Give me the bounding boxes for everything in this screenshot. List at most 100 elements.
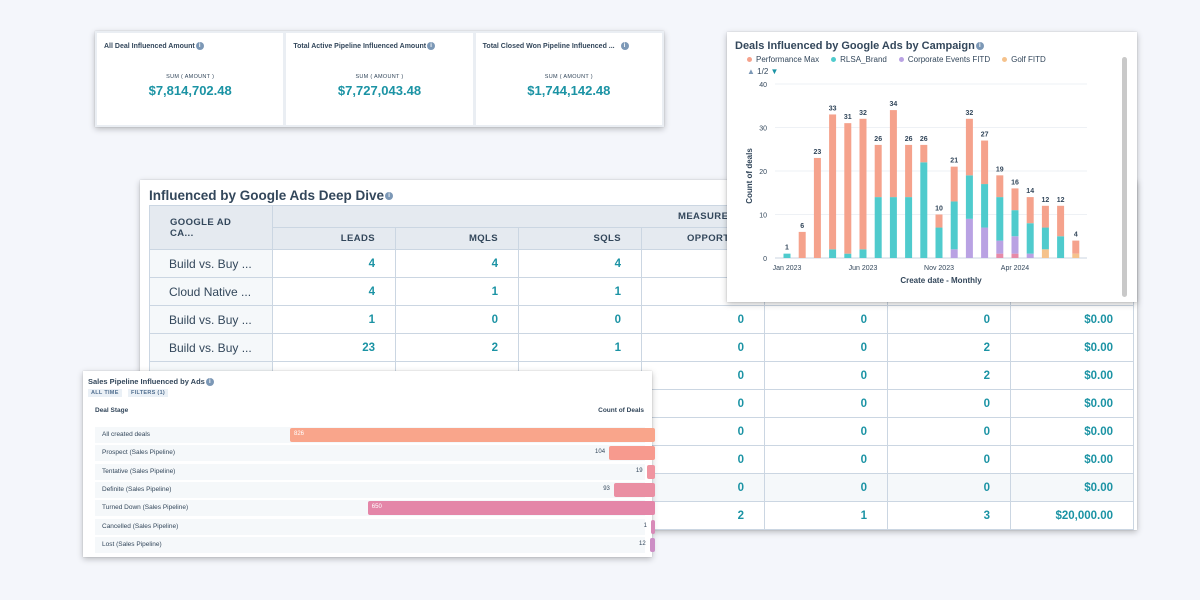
metric-cell[interactable]: 23 — [272, 333, 396, 362]
metric-cell[interactable]: 0 — [764, 305, 888, 334]
metric-cell[interactable]: 4 — [518, 249, 642, 278]
campaign-name-cell[interactable]: Build vs. Buy ... — [149, 249, 273, 278]
metric-cell[interactable]: 1 — [395, 277, 519, 306]
metric-cell[interactable]: $0.00 — [1010, 389, 1134, 418]
pipeline-bar[interactable] — [613, 482, 655, 497]
metric-cell[interactable]: 2 — [887, 361, 1011, 390]
bar-segment-rlsa — [996, 197, 1004, 241]
metric-cell[interactable]: 4 — [395, 249, 519, 278]
metric-cell[interactable]: 0 — [764, 361, 888, 390]
metric-cell[interactable]: $0.00 — [1010, 445, 1134, 474]
bar-segment-rlsa — [874, 197, 882, 258]
metric-cell[interactable]: $0.00 — [1010, 417, 1134, 446]
info-icon[interactable]: i — [427, 42, 436, 50]
chart-scrollbar[interactable] — [1122, 57, 1127, 297]
metric-cell[interactable]: 2 — [395, 333, 519, 362]
filter-tag-filters[interactable]: FILTERS (1) — [128, 389, 169, 397]
metric-cell[interactable]: 1 — [518, 333, 642, 362]
column-header-leads[interactable]: LEADS — [272, 227, 396, 250]
bar-total-label: 12 — [1042, 197, 1050, 204]
metric-cell[interactable]: 0 — [764, 333, 888, 362]
info-icon[interactable]: i — [385, 192, 394, 201]
pipeline-row[interactable]: Lost (Sales Pipeline) 12 — [95, 536, 655, 553]
metric-cell[interactable]: 0 — [641, 445, 765, 474]
filter-tag-all-time[interactable]: ALL TIME — [88, 389, 122, 397]
metric-cell[interactable]: $0.00 — [1010, 333, 1134, 362]
info-icon[interactable]: i — [205, 378, 214, 387]
metric-cell[interactable]: 4 — [272, 277, 396, 306]
metric-cell[interactable]: 1 — [764, 501, 888, 530]
pipeline-bar-value: 650 — [371, 504, 382, 511]
x-tick-label: Apr 2024 — [1001, 265, 1030, 272]
metric-cell[interactable]: 0 — [887, 473, 1011, 502]
pipeline-bar-value: 104 — [595, 449, 606, 456]
campaign-name-cell[interactable]: Build vs. Buy ... — [149, 333, 273, 362]
metric-cell[interactable]: 0 — [641, 417, 765, 446]
y-tick-label: 0 — [763, 256, 767, 263]
pipeline-row[interactable]: Turned Down (Sales Pipeline) 650 — [95, 500, 655, 517]
metric-cell[interactable]: $0.00 — [1010, 473, 1134, 502]
metric-cell[interactable]: 0 — [641, 333, 765, 362]
bar-segment-rlsa — [783, 253, 791, 258]
metric-cell[interactable]: 1 — [518, 277, 642, 306]
kpi-value: $7,814,702.48 — [148, 83, 232, 98]
y-tick-label: 10 — [759, 213, 767, 220]
bar-segment-rlsa — [920, 162, 928, 258]
campaign-name-cell[interactable]: Build vs. Buy ... — [149, 305, 273, 334]
metric-cell[interactable]: 0 — [764, 445, 888, 474]
bar-total-label: 12 — [1057, 197, 1065, 204]
metric-cell[interactable]: 0 — [887, 305, 1011, 334]
metric-cell[interactable]: 0 — [764, 417, 888, 446]
info-icon[interactable]: i — [195, 42, 204, 50]
pipeline-row[interactable]: Definite (Sales Pipeline) 93 — [95, 481, 655, 498]
bar-segment-perf — [844, 123, 852, 254]
bar-segment-perf — [889, 110, 897, 198]
metric-cell[interactable]: 4 — [272, 249, 396, 278]
deal-stage-label: Cancelled (Sales Pipeline) — [102, 522, 179, 530]
deal-stage-label: Definite (Sales Pipeline) — [102, 485, 172, 493]
metric-cell[interactable]: 0 — [641, 473, 765, 502]
pipeline-bar[interactable] — [651, 519, 655, 534]
bar-segment-golf — [1041, 249, 1049, 258]
metric-cell[interactable]: $0.00 — [1010, 361, 1134, 390]
metric-cell[interactable]: 0 — [641, 361, 765, 390]
campaign-chart-panel: Deals Influenced by Google Ads by Campai… — [727, 32, 1137, 302]
metric-cell[interactable]: 0 — [887, 445, 1011, 474]
pipeline-bar[interactable] — [290, 428, 655, 442]
bar-segment-rlsa — [1026, 223, 1034, 254]
column-header-campaign[interactable]: GOOGLE AD CA... — [149, 205, 273, 250]
metric-cell[interactable]: 2 — [887, 333, 1011, 362]
metric-cell[interactable]: $0.00 — [1010, 305, 1134, 334]
pipeline-bar[interactable] — [609, 446, 655, 461]
metric-cell[interactable]: 0 — [764, 389, 888, 418]
metric-cell[interactable]: 0 — [641, 389, 765, 418]
table-row: Build vs. Buy ... 23 2 1 0 0 2 $0.00 — [149, 333, 1134, 362]
info-icon[interactable]: i — [620, 42, 629, 50]
bar-segment-perf — [798, 231, 806, 258]
pipeline-bar[interactable] — [646, 464, 655, 479]
metric-cell[interactable]: 2 — [641, 501, 765, 530]
metric-cell[interactable]: 0 — [518, 305, 642, 334]
metric-cell[interactable]: 0 — [764, 473, 888, 502]
pipeline-row[interactable]: Cancelled (Sales Pipeline) 1 — [95, 518, 655, 535]
pipeline-bar[interactable] — [367, 501, 655, 516]
column-header-mqls[interactable]: MQLS — [395, 227, 519, 250]
metric-cell[interactable]: 1 — [272, 305, 396, 334]
pipeline-bar-value: 1 — [643, 522, 647, 529]
column-header-sqls[interactable]: SQLS — [518, 227, 642, 250]
table-row: Build vs. Buy ... 1 0 0 0 0 0 $0.00 — [149, 305, 1134, 334]
pipeline-row[interactable]: All created deals 826 — [95, 427, 655, 443]
bar-segment-perf — [996, 175, 1004, 198]
campaign-name-cell[interactable]: Cloud Native ... — [149, 277, 273, 306]
metric-cell[interactable]: 0 — [887, 417, 1011, 446]
metric-cell[interactable]: 0 — [887, 389, 1011, 418]
metric-cell[interactable]: 0 — [395, 305, 519, 334]
bar-segment-perf — [829, 114, 837, 250]
pipeline-row[interactable]: Prospect (Sales Pipeline) 104 — [95, 445, 655, 462]
metric-cell[interactable]: 3 — [887, 501, 1011, 530]
metric-cell[interactable]: $20,000.00 — [1010, 501, 1134, 530]
pipeline-bar[interactable] — [649, 537, 655, 552]
metric-cell[interactable]: 0 — [641, 305, 765, 334]
x-tick-label: Jan 2023 — [773, 265, 802, 272]
pipeline-row[interactable]: Tentative (Sales Pipeline) 19 — [95, 463, 655, 480]
